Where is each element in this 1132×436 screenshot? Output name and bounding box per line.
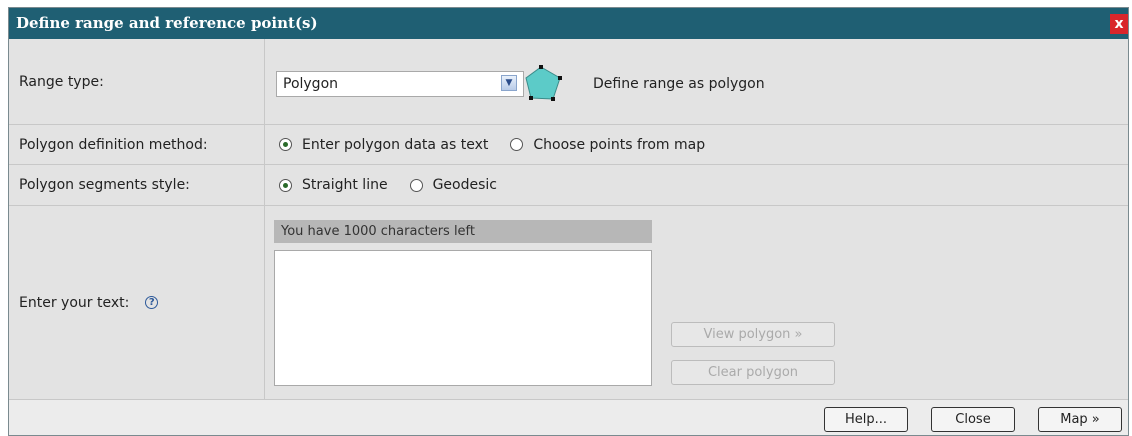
radio-label: Enter polygon data as text: [302, 136, 489, 153]
close-button[interactable]: Close: [931, 407, 1015, 432]
clear-polygon-button[interactable]: Clear polygon: [671, 360, 835, 385]
polygon-text-input[interactable]: [274, 250, 652, 386]
range-type-select[interactable]: Polygon ▼: [276, 71, 524, 97]
radio-choose-from-map[interactable]: Choose points from map: [510, 137, 705, 153]
radio-label: Straight line: [302, 177, 388, 193]
help-button[interactable]: Help...: [824, 407, 908, 432]
radio-enter-as-text[interactable]: Enter polygon data as text: [279, 137, 488, 153]
definition-method-row: Polygon definition method: Enter polygon…: [9, 125, 1128, 165]
view-polygon-button[interactable]: View polygon »: [671, 322, 835, 347]
close-icon[interactable]: x: [1110, 14, 1128, 34]
characters-left-counter: You have 1000 characters left: [274, 220, 652, 243]
radio-button[interactable]: [510, 138, 524, 151]
range-type-label: Range type:: [9, 39, 265, 124]
radio-button-checked[interactable]: [279, 178, 292, 192]
map-button[interactable]: Map »: [1038, 407, 1122, 432]
radio-geodesic[interactable]: Geodesic: [409, 177, 497, 193]
radio-button-checked[interactable]: [279, 138, 292, 151]
definition-method-label: Polygon definition method:: [9, 125, 265, 164]
segments-style-row: Polygon segments style: Straight line Ge…: [9, 165, 1128, 206]
radio-label: Choose points from map: [533, 136, 706, 153]
polygon-icon: [525, 65, 562, 101]
dialog-titlebar: Define range and reference point(s) x: [9, 8, 1128, 39]
radio-label: Geodesic: [432, 177, 497, 193]
dialog-title: Define range and reference point(s): [16, 14, 318, 32]
range-type-selected: Polygon: [283, 76, 339, 92]
range-type-row: Range type:: [9, 39, 1128, 125]
radio-button[interactable]: [409, 178, 423, 192]
range-type-description: Define range as polygon: [593, 76, 765, 92]
text-entry-label-cell: Enter your text: ?: [9, 206, 265, 399]
text-entry-label: Enter your text:: [19, 294, 130, 311]
help-icon[interactable]: ?: [145, 296, 159, 309]
chevron-down-icon[interactable]: ▼: [501, 75, 517, 91]
define-range-dialog: Define range and reference point(s) x Ra…: [8, 7, 1129, 436]
radio-straight-line[interactable]: Straight line: [279, 177, 388, 193]
segments-style-label: Polygon segments style:: [9, 165, 265, 205]
dialog-footer: Help... Close Map »: [9, 399, 1128, 435]
